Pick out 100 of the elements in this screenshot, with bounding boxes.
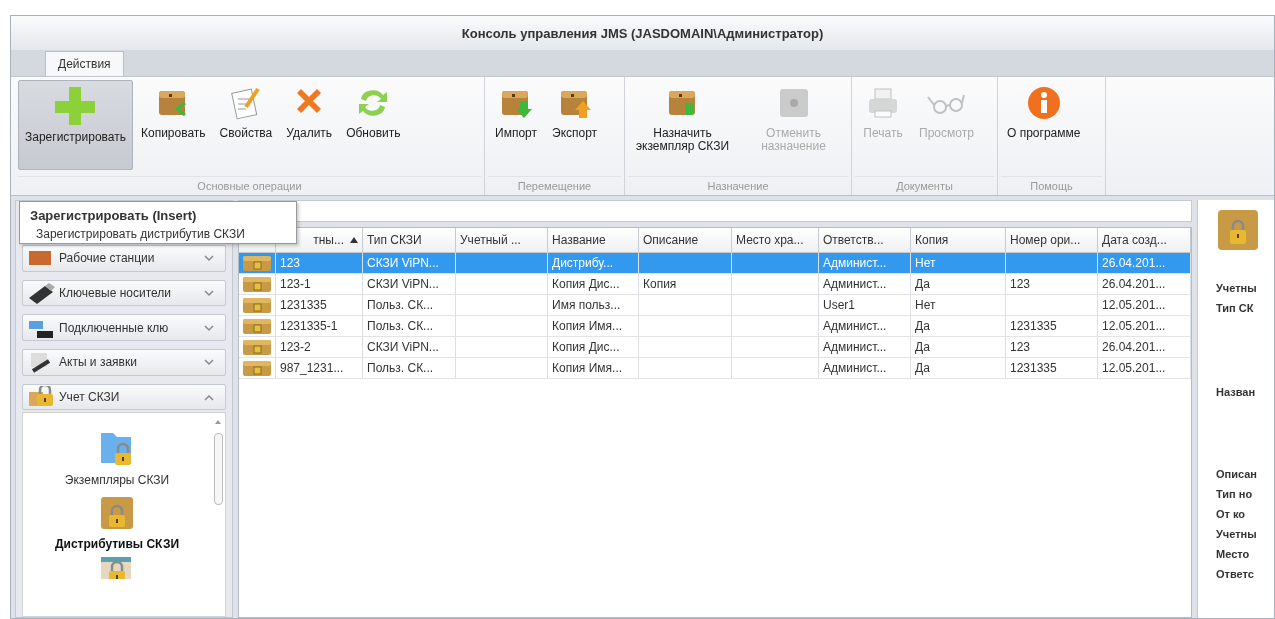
table-cell: Дистрибу...	[548, 253, 639, 273]
table-cell: Да	[911, 337, 1006, 357]
ribbon-button[interactable]: Импорт	[488, 80, 544, 170]
table-cell: СКЗИ ViPN...	[363, 253, 456, 273]
group-label: Помощь	[1001, 176, 1102, 196]
sidebar-item[interactable]: Ключевые носители	[22, 279, 226, 307]
ribbon-button[interactable]: Обновить	[340, 80, 407, 170]
table-cell: Копия Имя...	[548, 316, 639, 336]
scrollbar-thumb[interactable]	[213, 433, 223, 506]
table-cell: 123-1	[276, 274, 363, 294]
chevron-down-icon	[203, 358, 215, 367]
sidebar-item[interactable]: Учет СКЗИ	[22, 383, 226, 411]
table-cell: 26.04.201...	[1098, 253, 1191, 273]
column-header[interactable]: Копия	[911, 228, 1006, 252]
column-header[interactable]: Название	[548, 228, 639, 252]
sidebar-item[interactable]: Подключенные клю	[22, 314, 226, 341]
ribbon-button[interactable]: Назначить экземпляр СКЗИ	[628, 80, 737, 170]
table-cell: 123	[1006, 337, 1098, 357]
ribbon-button[interactable]: Копировать	[134, 80, 212, 170]
sidebar-item[interactable]: Рабочие станции	[22, 245, 226, 272]
column-header[interactable]: Номер ори...	[1006, 228, 1098, 252]
field-label: Тип СК	[1216, 302, 1255, 314]
table-cell: Да	[911, 358, 1006, 378]
ribbon-button[interactable]: Свойства	[213, 80, 279, 170]
table-cell: Польз. СК...	[363, 358, 456, 378]
column-header[interactable]: Тип СКЗИ	[363, 228, 456, 252]
sidebar-subitem[interactable]: Дистрибутивы СКЗИ	[52, 491, 182, 554]
field-label: Учетны	[1216, 282, 1258, 294]
table-cell: 1231335-1	[276, 316, 363, 336]
table-row[interactable]: 1231335-1 Польз. СК... Копия Имя... Админист... Да 1231335 12.05.201...	[239, 316, 1191, 337]
table-cell: 123	[276, 253, 363, 273]
table-cell: Нет	[911, 295, 1006, 315]
table-cell: Админист...	[819, 274, 911, 294]
table-cell: Копия Дис...	[548, 274, 639, 294]
box-lock-icon	[242, 275, 272, 293]
chevron-down-icon	[203, 323, 215, 332]
sidebar-subitem[interactable]: Экземпляры СКЗИ	[62, 425, 172, 490]
table-cell: СКЗИ ViPN...	[363, 337, 456, 357]
ribbon-button[interactable]: О программе	[1001, 80, 1087, 170]
field-label: Описан	[1216, 468, 1258, 480]
usb-key-icon	[27, 282, 55, 304]
lock-icon	[27, 386, 55, 408]
table-row[interactable]: 987_1231... Польз. СК... Копия Имя... Админист... Да 1231335 12.05.201...	[239, 358, 1191, 379]
filter-field[interactable]	[238, 200, 1192, 222]
ribbon-button[interactable]: Экспорт	[546, 80, 604, 170]
column-header[interactable]: Дата созд...	[1098, 228, 1191, 252]
table-cell: СКЗИ ViPN...	[363, 274, 456, 294]
table-cell: 1231335	[1006, 316, 1098, 336]
table-cell: Польз. СК...	[363, 295, 456, 315]
scroll-up-icon	[214, 419, 222, 426]
box-lock-icon	[242, 317, 272, 335]
table-row[interactable]: 123-2 СКЗИ ViPN... Копия Дис... Админист... Да 123 26.04.201...	[239, 337, 1191, 358]
column-header[interactable]: Место хра...	[732, 228, 819, 252]
group-label: Перемещение	[488, 176, 621, 196]
table-cell: Нет	[911, 253, 1006, 273]
table-cell: Копия	[639, 274, 732, 294]
group-label: Документы	[855, 176, 994, 196]
table-cell: 1231335	[276, 295, 363, 315]
tooltip-title: Зарегистрировать (Insert)	[30, 208, 198, 223]
table-cell: Польз. СК...	[363, 316, 456, 336]
window-title: Консоль управления JMS (JASDOMAIN\Администратор)	[11, 16, 1274, 50]
table-cell: 26.04.201...	[1098, 337, 1191, 357]
field-label: Ответс	[1216, 568, 1255, 580]
table-cell: Да	[911, 316, 1006, 336]
chevron-down-icon	[203, 289, 215, 297]
field-label: От ко	[1216, 508, 1247, 520]
column-header[interactable]: Описание	[639, 228, 732, 252]
plus-icon	[53, 85, 98, 125]
table-cell: User1	[819, 295, 911, 315]
table-cell: Админист...	[819, 253, 911, 273]
column-header[interactable]: Ответств...	[819, 228, 911, 252]
group-label: Основные операции	[18, 176, 481, 196]
column-header[interactable]: Учетный ...	[456, 228, 548, 252]
ribbon-button[interactable]: Зарегистрировать	[18, 80, 133, 170]
sidebar-item[interactable]: Акты и заявки	[22, 349, 226, 376]
table-cell: Имя польз...	[548, 295, 639, 315]
table-cell: Копия Дис...	[548, 337, 639, 357]
box-lock-icon	[242, 296, 272, 314]
field-label: Тип но	[1216, 488, 1254, 500]
table-cell: 26.04.201...	[1098, 274, 1191, 294]
ribbon-tab[interactable]: Действия	[45, 51, 124, 76]
table-cell: Копия Имя...	[548, 358, 639, 378]
box-lock-icon	[1216, 208, 1260, 252]
ribbon-button[interactable]: Удалить	[280, 80, 339, 170]
table-cell: Да	[911, 274, 1006, 294]
table-cell: 12.05.201...	[1098, 316, 1191, 336]
table-row[interactable]: 123-1 СКЗИ ViPN... Копия Дис... Копия Админист... Да 123 26.04.201...	[239, 274, 1191, 295]
table-cell: 12.05.201...	[1098, 358, 1191, 378]
tooltip-text: Зарегистрировать дистрибутив СКЗИ	[35, 227, 246, 241]
box-lock-icon	[242, 338, 272, 356]
field-label: Назван	[1216, 386, 1257, 398]
table-cell: 1231335	[1006, 358, 1098, 378]
table-cell: 987_1231...	[276, 358, 363, 378]
table-cell: Админист...	[819, 316, 911, 336]
table-row[interactable]: 1231335 Польз. СК... Имя польз... User1 Нет 12.05.201...	[239, 295, 1191, 316]
field-label: Место	[1216, 548, 1251, 560]
box-lock-icon	[242, 254, 272, 272]
table-cell: Админист...	[819, 337, 911, 357]
box-lock-icon	[242, 359, 272, 377]
chevron-down-icon	[203, 254, 215, 263]
